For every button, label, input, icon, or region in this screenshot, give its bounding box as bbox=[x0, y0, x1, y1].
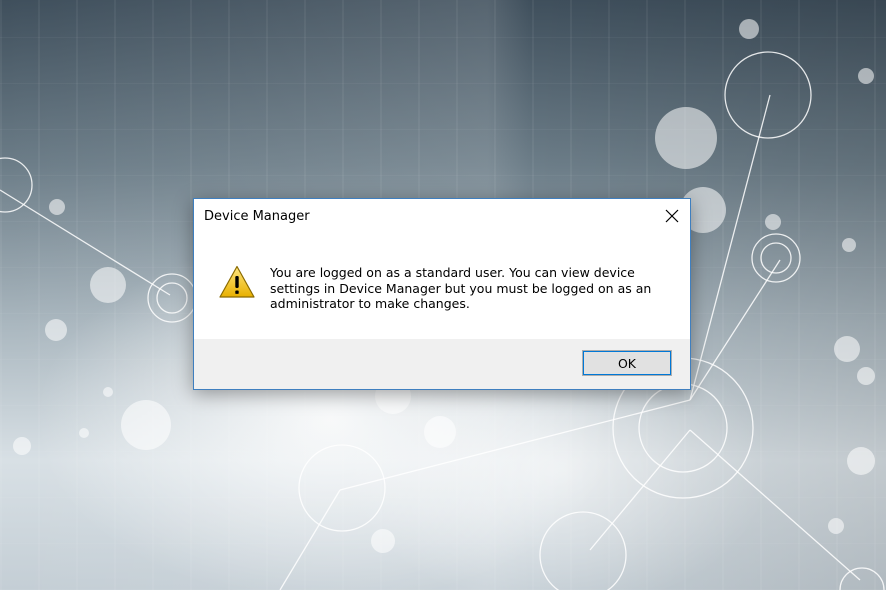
device-manager-dialog: Device Manager You are logged on as a st… bbox=[193, 198, 691, 390]
warning-icon bbox=[219, 265, 255, 298]
dialog-message: You are logged on as a standard user. Yo… bbox=[270, 265, 652, 311]
close-button[interactable] bbox=[658, 203, 686, 229]
ok-button[interactable]: OK bbox=[582, 350, 672, 376]
desktop-background: Device Manager You are logged on as a st… bbox=[0, 0, 886, 590]
dialog-body: You are logged on as a standard user. Yo… bbox=[194, 235, 690, 339]
close-icon bbox=[665, 209, 679, 223]
dialog-footer: OK bbox=[194, 339, 690, 389]
dialog-titlebar[interactable]: Device Manager bbox=[194, 199, 690, 235]
dialog-title: Device Manager bbox=[204, 209, 310, 224]
